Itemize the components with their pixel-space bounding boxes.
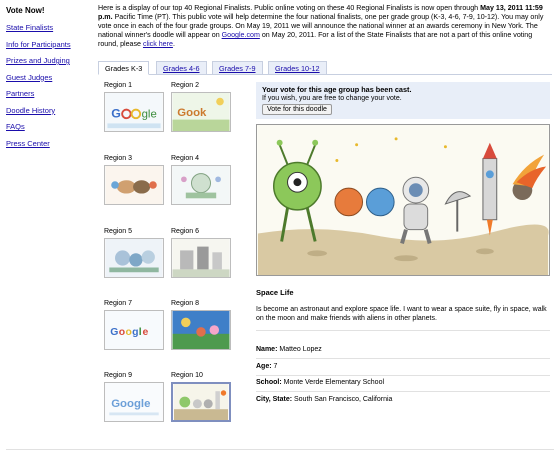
region-9[interactable]: Region 9 Google — [104, 372, 166, 422]
vote-status-box: Your vote for this age group has been ca… — [256, 82, 550, 119]
divider — [256, 391, 550, 392]
doodle-thumbnail-selected[interactable] — [171, 382, 231, 422]
region-label: Region 6 — [171, 228, 200, 235]
vote-for-doodle-button[interactable]: Vote for this doodle — [262, 104, 332, 115]
vote-status-title: Your vote for this age group has been ca… — [262, 85, 412, 94]
click-here-link[interactable]: click here — [143, 40, 173, 48]
student-age: 7 — [273, 363, 278, 370]
school-label: School: — [256, 379, 282, 386]
doodle-image — [256, 124, 550, 276]
sidebar-link-info-participants[interactable]: Info for Participants — [6, 40, 90, 49]
region-label: Region 1 — [104, 82, 133, 89]
doodle-thumbnail[interactable]: Google — [104, 382, 164, 422]
sidebar-link-partners[interactable]: Partners — [6, 89, 90, 98]
region-8[interactable]: Region 8 — [171, 300, 233, 350]
grade-tabs: Grades K-3 Grades 4-6 Grades 7-9 Grades … — [98, 61, 552, 75]
student-age-row: Age: 7 — [256, 363, 277, 370]
student-name: Matteo Lopez — [279, 346, 322, 353]
region-4[interactable]: Region 4 — [171, 155, 233, 205]
region-label: Region 3 — [104, 155, 133, 162]
doodle-thumbnail-art — [105, 239, 163, 277]
region-7[interactable]: Region 7 G o o g l e — [104, 300, 166, 350]
doodle-thumbnail-art: Gook — [172, 93, 230, 131]
tab-label[interactable]: Grades 7-9 — [219, 64, 256, 73]
doodle-thumbnail-art — [172, 239, 230, 277]
doodle-thumbnail-art: G gle — [105, 93, 163, 131]
doodle-thumbnail-art: G o o g l e — [105, 311, 163, 349]
region-label: Region 10 — [171, 372, 203, 379]
doodle-thumbnail[interactable] — [104, 238, 164, 278]
vote-status-subtitle: If you wish, you are free to change your… — [262, 95, 402, 102]
region-label: Region 7 — [104, 300, 133, 307]
tab-label[interactable]: Grades 4-6 — [163, 64, 200, 73]
svg-text:G: G — [110, 327, 118, 338]
student-name-row: Name: Matteo Lopez — [256, 346, 322, 353]
doodle-thumbnail-art — [172, 166, 230, 204]
doodle-description: Is become an astronaut and explore space… — [256, 306, 547, 322]
sidebar-link-state-finalists[interactable]: State Finalists — [6, 23, 90, 32]
student-city-row: City, State: South San Francisco, Califo… — [256, 396, 392, 403]
doodle-thumbnail[interactable]: Gook — [171, 92, 231, 132]
doodle-thumbnail[interactable] — [104, 165, 164, 205]
tab-grades-4-6[interactable]: Grades 4-6 — [156, 61, 207, 75]
doodle-thumbnail-art — [105, 166, 163, 204]
divider — [256, 330, 550, 331]
tab-grades-7-9[interactable]: Grades 7-9 — [212, 61, 263, 75]
svg-text:o: o — [119, 327, 125, 338]
tab-label[interactable]: Grades 10-12 — [275, 64, 320, 73]
student-school: Monte Verde Elementary School — [283, 379, 385, 386]
divider — [256, 358, 550, 359]
sidebar-link-prizes-judging[interactable]: Prizes and Judging — [6, 56, 90, 65]
region-6[interactable]: Region 6 — [171, 228, 233, 278]
region-label: Region 2 — [171, 82, 200, 89]
sidebar-link-doodle-history[interactable]: Doodle History — [6, 106, 90, 115]
region-label: Region 8 — [171, 300, 200, 307]
google-link[interactable]: Google.com — [222, 31, 260, 39]
doodle-thumbnail-art — [174, 384, 228, 420]
doodle-thumbnail[interactable] — [171, 238, 231, 278]
tab-grades-10-12[interactable]: Grades 10-12 — [268, 61, 327, 75]
student-school-row: School: Monte Verde Elementary School — [256, 379, 384, 386]
doodle-thumbnail[interactable]: G gle — [104, 92, 164, 132]
tab-label: Grades K-3 — [105, 64, 143, 73]
intro-text-1: Here is a display of our top 40 Regional… — [98, 4, 481, 12]
sidebar-link-press-center[interactable]: Press Center — [6, 139, 90, 148]
svg-text:Gook: Gook — [177, 107, 207, 119]
age-label: Age: — [256, 363, 272, 370]
doodle-thumbnail-art — [172, 311, 230, 349]
sidebar: Vote Now! State Finalists Info for Parti… — [6, 6, 90, 155]
tab-grades-k-3[interactable]: Grades K-3 — [98, 61, 150, 75]
region-3[interactable]: Region 3 — [104, 155, 166, 205]
region-10[interactable]: Region 10 — [171, 372, 233, 422]
svg-text:e: e — [143, 327, 149, 338]
svg-text:l: l — [139, 327, 142, 338]
svg-text:g: g — [132, 327, 138, 338]
region-label: Region 5 — [104, 228, 133, 235]
name-label: Name: — [256, 346, 278, 353]
region-1[interactable]: Region 1 G gle — [104, 82, 166, 132]
doodle-thumbnail[interactable]: G o o g l e — [104, 310, 164, 350]
region-label: Region 4 — [171, 155, 200, 162]
doodle-artwork — [257, 125, 549, 275]
doodle-thumbnail[interactable] — [171, 165, 231, 205]
sidebar-title: Vote Now! — [6, 6, 45, 15]
intro-paragraph: Here is a display of our top 40 Regional… — [98, 4, 552, 49]
sidebar-link-guest-judges[interactable]: Guest Judges — [6, 73, 90, 82]
region-2[interactable]: Region 2 Gook — [171, 82, 233, 132]
svg-text:G: G — [111, 107, 121, 121]
intro-text-4: . — [172, 40, 175, 48]
svg-text:gle: gle — [142, 109, 157, 121]
region-5[interactable]: Region 5 — [104, 228, 166, 278]
city-label: City, State: — [256, 396, 293, 403]
footer-divider — [6, 449, 554, 450]
student-city: South San Francisco, California — [294, 396, 393, 403]
region-label: Region 9 — [104, 372, 133, 379]
doodle-thumbnail[interactable] — [171, 310, 231, 350]
sidebar-link-faqs[interactable]: FAQs — [6, 122, 90, 131]
svg-text:o: o — [125, 327, 131, 338]
doodle-thumbnail-art: Google — [105, 383, 163, 421]
divider — [256, 375, 550, 376]
svg-text:Google: Google — [111, 398, 150, 410]
doodle-title: Space Life — [256, 288, 294, 297]
